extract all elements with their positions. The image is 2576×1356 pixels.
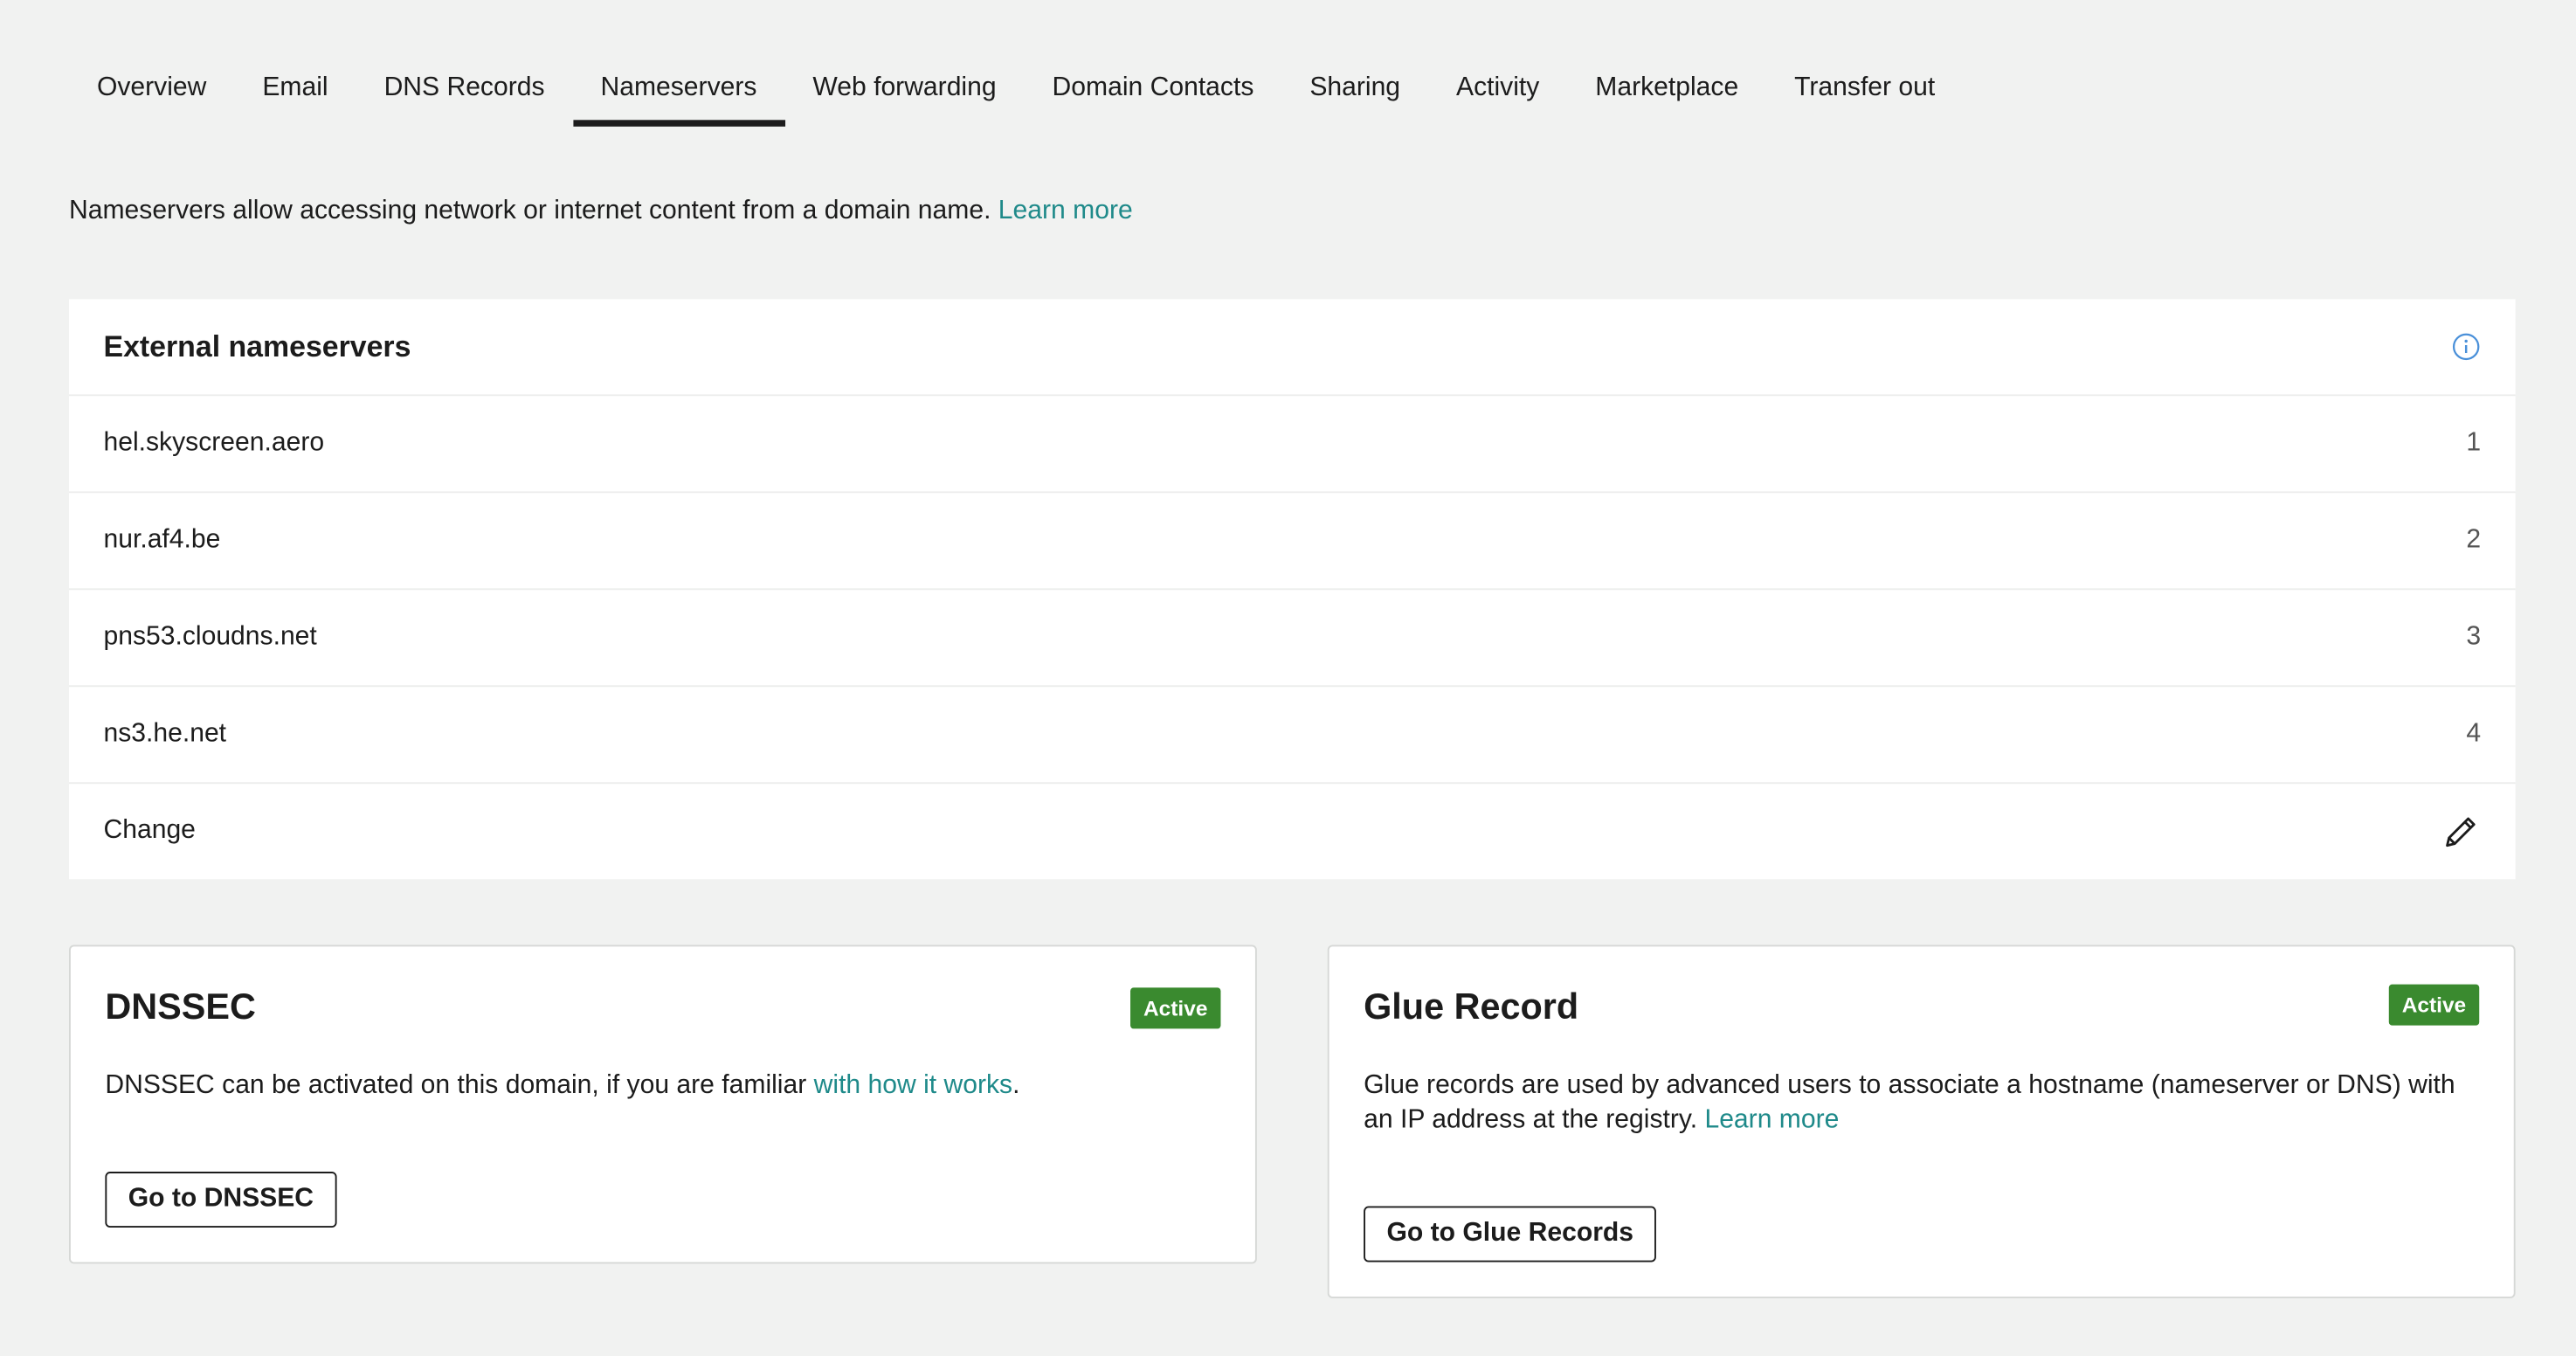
tab-overview[interactable]: Overview [69,59,234,125]
tab-activity[interactable]: Activity [1428,59,1567,125]
dnssec-description-end: . [1012,1071,1020,1100]
how-it-works-link[interactable]: with how it works [814,1071,1012,1099]
change-nameservers-row[interactable]: Change [69,784,2516,879]
tab-dns-records[interactable]: DNS Records [356,59,573,125]
tab-nameservers[interactable]: Nameservers [572,59,785,127]
info-icon[interactable] [2451,332,2481,362]
nameserver-row: hel.skyscreen.aero 1 [68,396,2516,494]
glue-record-description: Glue records are used by advanced users … [1364,1069,2479,1138]
intro-description: Nameservers allow accessing network or i… [68,197,991,225]
glue-record-status-badge: Active [2388,984,2480,1026]
glue-record-description-text: Glue records are used by advanced users … [1364,1071,2455,1134]
nameserver-row: pns53.cloudns.net 3 [68,590,2516,688]
learn-more-link[interactable]: Learn more [998,197,1133,225]
tab-web-forwarding[interactable]: Web forwarding [784,59,1024,125]
nameserver-host: ns3.he.net [103,719,227,748]
nameserver-host: pns53.cloudns.net [103,622,317,651]
external-nameservers-title: External nameservers [103,329,411,363]
nameserver-row: nur.af4.be 2 [68,493,2516,591]
glue-learn-more-link[interactable]: Learn more [1704,1106,1839,1134]
glue-record-card: Glue Record Active Glue records are used… [1327,944,2516,1298]
tab-transfer-out[interactable]: Transfer out [1766,59,1963,125]
nameserver-row: ns3.he.net 4 [68,687,2516,785]
tab-domain-contacts[interactable]: Domain Contacts [1025,59,1282,125]
dnssec-status-badge: Active [1129,987,1221,1029]
dnssec-description-text: DNSSEC can be activated on this domain, … [105,1071,807,1100]
nameserver-index: 1 [2466,428,2482,457]
nameserver-index: 3 [2466,622,2482,651]
intro-text: Nameservers allow accessing network or i… [69,197,1133,227]
external-nameservers-card: External nameservers hel.skyscreen.aero … [68,299,2516,880]
glue-record-title: Glue Record [1364,986,1579,1027]
dnssec-card: DNSSEC Active DNSSEC can be activated on… [68,944,1257,1264]
nameserver-index: 4 [2466,719,2482,748]
nameserver-host: nur.af4.be [103,525,221,554]
nameserver-index: 2 [2466,525,2482,554]
go-to-dnssec-button[interactable]: Go to DNSSEC [105,1172,337,1228]
tab-marketplace[interactable]: Marketplace [1567,59,1766,125]
go-to-glue-records-button[interactable]: Go to Glue Records [1364,1206,1657,1263]
tab-sharing[interactable]: Sharing [1281,59,1428,125]
page: Overview Email DNS Records Nameservers W… [0,0,2576,1356]
tab-email[interactable]: Email [234,59,356,125]
tab-bar: Overview Email DNS Records Nameservers W… [69,59,1963,127]
change-nameservers-label[interactable]: Change [103,817,195,847]
pencil-icon[interactable] [2441,812,2481,851]
external-nameservers-header: External nameservers [68,299,2516,397]
dnssec-title: DNSSEC [105,986,256,1027]
nameserver-host: hel.skyscreen.aero [103,428,325,457]
dnssec-description: DNSSEC can be activated on this domain, … [105,1069,1220,1103]
